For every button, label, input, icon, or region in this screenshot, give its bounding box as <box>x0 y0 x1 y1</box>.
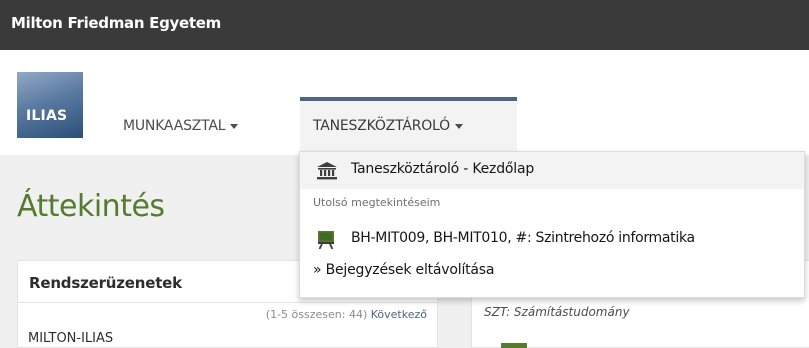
pagination-info: (1-5 összesen: 44) Következő <box>266 308 427 321</box>
caret-down-icon <box>454 123 463 129</box>
menu-item-recent[interactable]: BH-MIT009, BH-MIT010, #: Szintrehozó inf… <box>300 222 804 258</box>
page-title: Áttekintés <box>17 189 165 224</box>
institution-icon <box>317 162 337 184</box>
nav-repository[interactable]: TANESZKÖZTÁROLÓ <box>313 118 463 134</box>
recent-heading: Utolsó megtekintéseim <box>313 196 441 209</box>
main-header: ILIAS MUNKAASZTAL TANESZKÖZTÁROLÓ <box>0 50 809 155</box>
panel-heading: Rendszerüzenetek <box>29 274 182 292</box>
ilias-logo[interactable]: ILIAS <box>17 72 83 138</box>
nav-desktop[interactable]: MUNKAASZTAL <box>123 118 239 134</box>
caret-down-icon <box>230 123 239 129</box>
institution-title: Milton Friedman Egyetem <box>11 14 221 32</box>
panel-subtitle: SZT: Számítástudomány <box>484 305 630 319</box>
menu-item-label: BH-MIT009, BH-MIT010, #: Szintrehozó inf… <box>351 230 695 246</box>
whiteboard-icon <box>318 231 334 253</box>
next-page-link[interactable]: Következő <box>371 308 427 321</box>
menu-item-repository-home[interactable]: Taneszköztároló - Kezdőlap <box>300 152 804 189</box>
remove-entries-link[interactable]: » Bejegyzések eltávolítása <box>313 262 809 278</box>
menu-item-label: Taneszköztároló - Kezdőlap <box>351 161 535 177</box>
repository-dropdown-menu: Taneszköztároló - Kezdőlap Utolsó megtek… <box>299 151 805 298</box>
nav-repository-label: TANESZKÖZTÁROLÓ <box>313 118 450 134</box>
nav-desktop-label: MUNKAASZTAL <box>123 118 226 134</box>
divider <box>18 302 437 303</box>
list-item[interactable]: MILTON-ILIAS <box>28 331 113 346</box>
logo-text: ILIAS <box>26 108 68 124</box>
top-bar: Milton Friedman Egyetem <box>0 0 809 50</box>
pagination-count: (1-5 összesen: 44) <box>265 308 368 321</box>
object-icon <box>501 343 527 348</box>
